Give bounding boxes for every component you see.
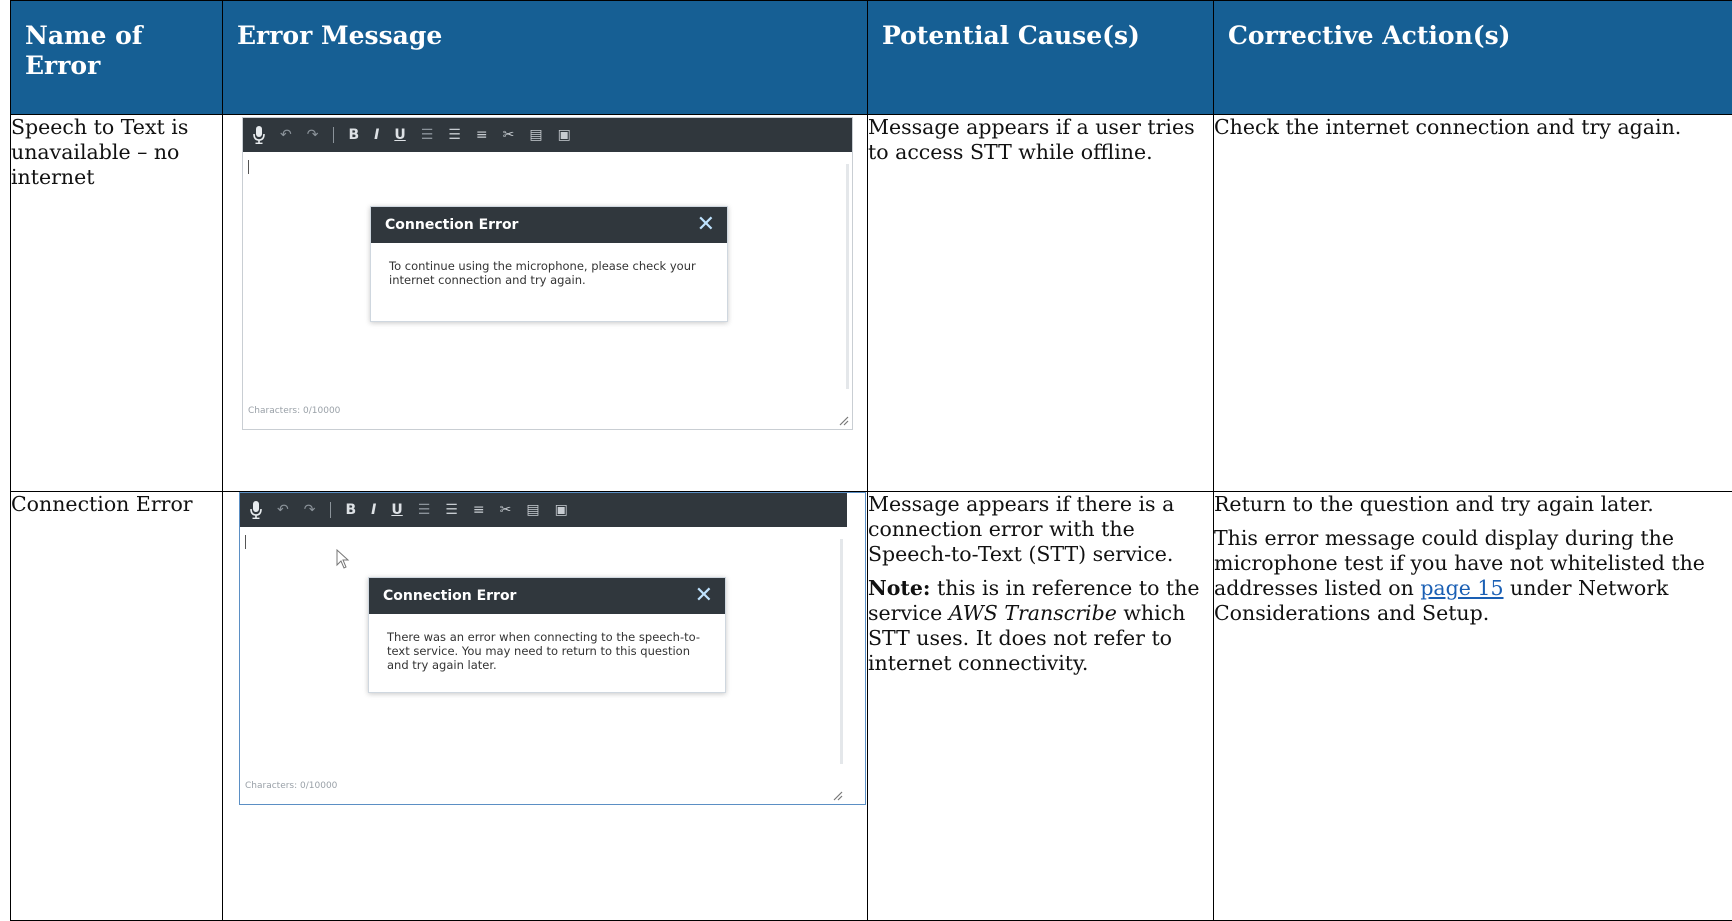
header-potential-causes: Potential Cause(s) xyxy=(868,1,1214,115)
undo-icon: ↶ xyxy=(277,498,289,523)
table-row: Connection Error ↶ ↷ B I U ☰ xyxy=(11,492,1732,921)
copy-icon: ▤ xyxy=(529,123,542,148)
error-name: Connection Error xyxy=(11,492,193,516)
underline-icon: U xyxy=(394,123,405,148)
action-text: This error message could display during … xyxy=(1214,526,1732,626)
text-caret xyxy=(248,160,249,174)
error-table: Name of Error Error Message Potential Ca… xyxy=(10,0,1732,921)
error-name-cell: Speech to Text is unavailable – no inter… xyxy=(11,115,223,492)
outdent-icon: ☰ xyxy=(418,498,431,523)
bold-icon: B xyxy=(348,123,359,148)
dialog-header: Connection Error ✕ xyxy=(369,578,725,614)
text-caret xyxy=(245,535,246,549)
error-message-cell: ↶ ↷ B I U ☰ ☰ ≡ ✂ ▤ ▣ xyxy=(223,492,868,921)
service-name: AWS Transcribe xyxy=(949,601,1117,625)
italic-icon: I xyxy=(374,123,379,148)
character-count: Characters: 0/10000 xyxy=(245,774,337,799)
editor-scrollbar xyxy=(846,164,849,389)
paste-icon: ▣ xyxy=(555,498,568,523)
cut-icon: ✂ xyxy=(503,123,515,148)
action-text: Check the internet connection and try ag… xyxy=(1214,115,1732,140)
dialog-title: Connection Error xyxy=(385,213,518,238)
action-text: Return to the question and try again lat… xyxy=(1214,492,1732,517)
error-name: Speech to Text is unavailable – no inter… xyxy=(11,115,188,189)
corrective-actions-cell: Check the internet connection and try ag… xyxy=(1214,115,1732,492)
outdent-icon: ☰ xyxy=(421,123,434,148)
connection-error-dialog: Connection Error ✕ There was an error wh… xyxy=(368,577,726,693)
page-15-link[interactable]: page 15 xyxy=(1420,576,1503,600)
indent-icon: ☰ xyxy=(448,123,461,148)
toolbar-separator xyxy=(333,127,334,143)
bold-icon: B xyxy=(345,498,356,523)
header-row: Name of Error Error Message Potential Ca… xyxy=(11,1,1732,115)
redo-icon: ↷ xyxy=(307,123,319,148)
mouse-pointer-icon xyxy=(336,549,350,569)
toolbar-separator xyxy=(330,502,331,518)
copy-icon: ▤ xyxy=(526,498,539,523)
indent-icon: ☰ xyxy=(445,498,458,523)
cause-text: Message appears if a user tries to acces… xyxy=(868,115,1213,165)
resize-handle-icon xyxy=(837,414,849,426)
editor-screenshot: ↶ ↷ B I U ☰ ☰ ≡ ✂ ▤ ▣ xyxy=(242,117,853,430)
bulleted-list-icon: ≡ xyxy=(473,498,485,523)
note-text: Note: this is in reference to the servic… xyxy=(868,576,1213,676)
note-label: Note: xyxy=(868,576,931,600)
character-count: Characters: 0/10000 xyxy=(248,399,340,424)
dialog-message: There was an error when connecting to th… xyxy=(369,614,725,672)
bulleted-list-icon: ≡ xyxy=(476,123,488,148)
potential-causes-cell: Message appears if there is a connection… xyxy=(868,492,1214,921)
close-icon: ✕ xyxy=(697,214,715,236)
italic-icon: I xyxy=(371,498,376,523)
microphone-icon xyxy=(250,501,262,519)
potential-causes-cell: Message appears if a user tries to acces… xyxy=(868,115,1214,492)
undo-icon: ↶ xyxy=(280,123,292,148)
dialog-message: To continue using the microphone, please… xyxy=(371,243,727,287)
redo-icon: ↷ xyxy=(304,498,316,523)
paste-icon: ▣ xyxy=(558,123,571,148)
header-error-message: Error Message xyxy=(223,1,868,115)
close-icon: ✕ xyxy=(695,585,713,607)
corrective-actions-cell: Return to the question and try again lat… xyxy=(1214,492,1732,921)
editor-scrollbar xyxy=(840,539,843,764)
table-row: Speech to Text is unavailable – no inter… xyxy=(11,115,1732,492)
cut-icon: ✂ xyxy=(500,498,512,523)
editor-screenshot: ↶ ↷ B I U ☰ ☰ ≡ ✂ ▤ ▣ xyxy=(239,492,866,805)
underline-icon: U xyxy=(391,498,402,523)
header-name-of-error: Name of Error xyxy=(11,1,223,115)
error-message-cell: ↶ ↷ B I U ☰ ☰ ≡ ✂ ▤ ▣ xyxy=(223,115,868,492)
resize-handle-icon xyxy=(831,789,843,801)
error-name-cell: Connection Error xyxy=(11,492,223,921)
microphone-icon xyxy=(253,126,265,144)
editor-toolbar: ↶ ↷ B I U ☰ ☰ ≡ ✂ ▤ ▣ xyxy=(243,118,852,152)
editor-toolbar: ↶ ↷ B I U ☰ ☰ ≡ ✂ ▤ ▣ xyxy=(240,493,847,527)
connection-error-dialog: Connection Error ✕ To continue using the… xyxy=(370,206,728,322)
dialog-header: Connection Error ✕ xyxy=(371,207,727,243)
dialog-title: Connection Error xyxy=(383,584,516,609)
header-corrective-actions: Corrective Action(s) xyxy=(1214,1,1732,115)
cause-text: Message appears if there is a connection… xyxy=(868,492,1213,567)
